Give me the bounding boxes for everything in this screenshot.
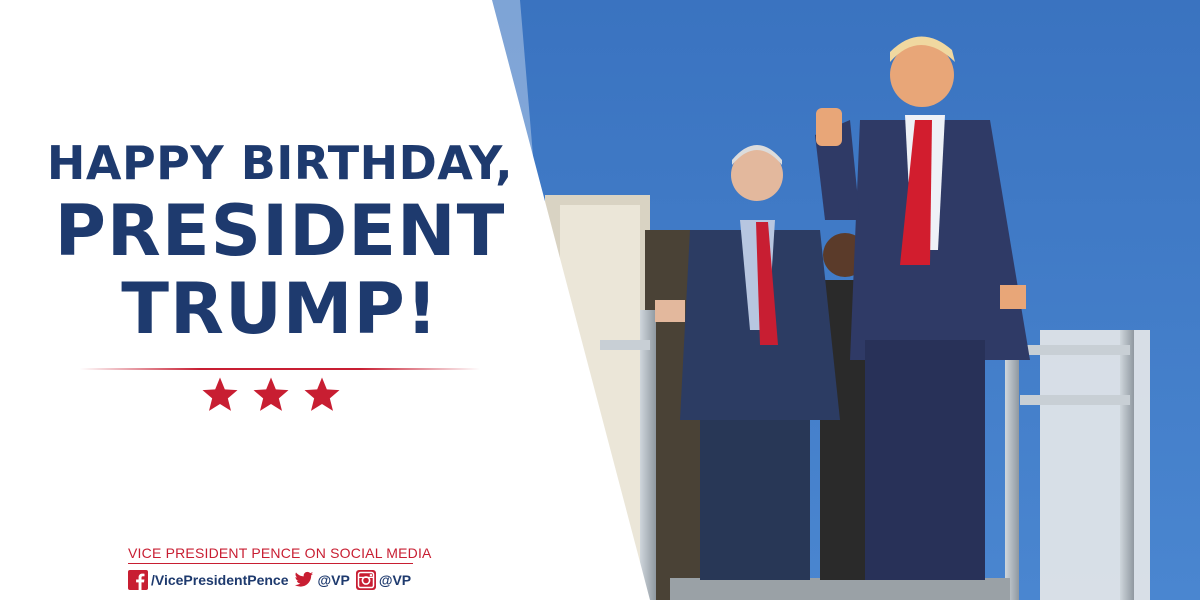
headline-line-1: HAPPY BIRTHDAY,	[46, 136, 514, 190]
twitter-handle[interactable]: @VP	[317, 572, 349, 588]
graphic-canvas: HAPPY BIRTHDAY, PRESIDENT TRUMP! VICE PR…	[0, 0, 1200, 600]
facebook-handle[interactable]: /VicePresidentPence	[151, 572, 288, 588]
social-media-title: VICE PRESIDENT PENCE ON SOCIAL MEDIA	[128, 545, 432, 561]
headline: HAPPY BIRTHDAY, PRESIDENT TRUMP!	[0, 140, 560, 344]
facebook-icon[interactable]	[128, 570, 148, 590]
twitter-icon[interactable]	[294, 570, 314, 590]
instagram-handle[interactable]: @VP	[379, 572, 411, 588]
star-icon	[202, 377, 238, 411]
headline-line-3: TRUMP!	[121, 268, 439, 350]
instagram-icon[interactable]	[355, 570, 376, 590]
social-handles: /VicePresidentPence @VP @VP	[128, 569, 417, 591]
social-divider	[128, 563, 413, 564]
star-icon	[253, 377, 289, 411]
star-icon	[304, 377, 340, 411]
headline-line-2: PRESIDENT	[54, 190, 506, 272]
star-row	[200, 372, 342, 418]
red-divider	[80, 368, 480, 370]
